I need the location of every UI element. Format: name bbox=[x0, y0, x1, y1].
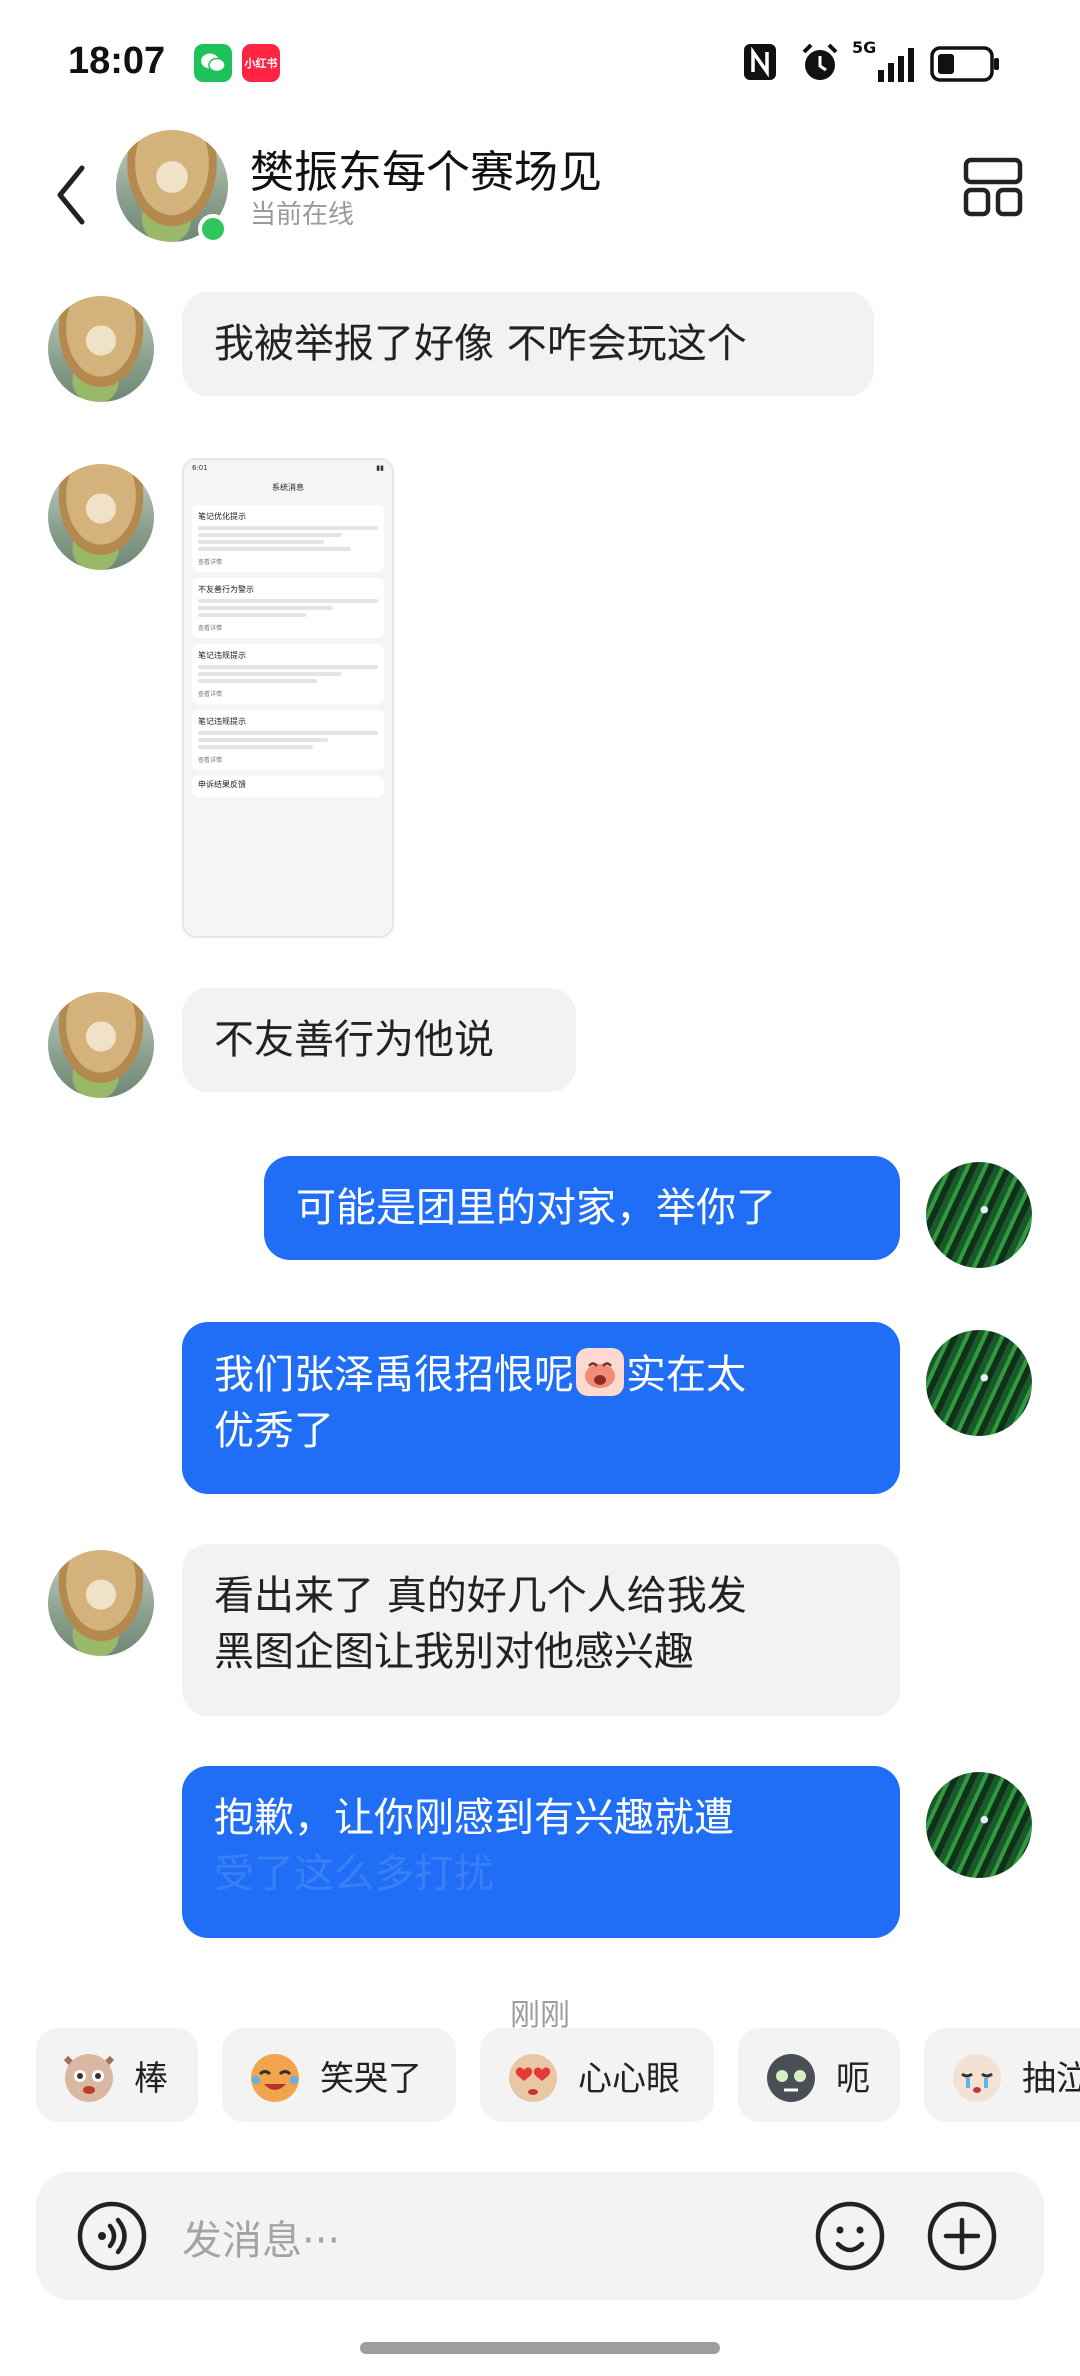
wechat-notification-icon bbox=[194, 44, 232, 82]
message-input[interactable]: 发消息··· bbox=[182, 2208, 340, 2266]
online-status-dot bbox=[198, 214, 228, 244]
thumb-card: 笔记违规提示 查看详情 bbox=[192, 644, 384, 704]
message-input-bar: 发消息··· bbox=[36, 2172, 1044, 2300]
message-text: 实在太 bbox=[626, 1352, 746, 1398]
xiaohongshu-notification-icon: 小红书 bbox=[242, 44, 280, 82]
message-bubble-incoming[interactable]: 不友善行为他说 bbox=[182, 988, 576, 1092]
voice-input-icon[interactable] bbox=[76, 2200, 148, 2272]
plus-icon[interactable] bbox=[926, 2200, 998, 2272]
contact-name[interactable]: 樊振东每个赛场见 bbox=[250, 136, 602, 200]
message-text: 抱歉，让你刚感到有兴趣就遭 bbox=[214, 1795, 734, 1841]
thumb-card: 不友善行为警示 查看详情 bbox=[192, 578, 384, 638]
message-text: 看出来了 真的好几个人给我发 bbox=[214, 1573, 747, 1619]
quick-reaction-button[interactable]: 心心眼 bbox=[480, 2028, 714, 2122]
crying-face-emoji-icon bbox=[576, 1348, 624, 1396]
message-text-faded: 受了这么多打扰 bbox=[214, 1851, 494, 1897]
cat-sob-icon bbox=[953, 2054, 1001, 2102]
quick-reaction-button[interactable]: 呃 bbox=[738, 2028, 900, 2122]
back-arrow-icon[interactable] bbox=[48, 160, 98, 230]
contact-avatar[interactable] bbox=[48, 1550, 154, 1656]
home-indicator[interactable] bbox=[360, 2342, 720, 2354]
cat-heart-eyes-icon bbox=[509, 2054, 557, 2102]
network-type: 5G bbox=[852, 38, 877, 57]
quick-reaction-button[interactable]: 笑哭了 bbox=[222, 2028, 456, 2122]
message-text: 黑图企图让我别对他感兴趣 bbox=[214, 1629, 694, 1675]
online-status-text: 当前在线 bbox=[250, 200, 355, 230]
contact-avatar[interactable] bbox=[48, 464, 154, 570]
status-bar: 18:07 小红书 5G bbox=[0, 0, 1080, 130]
message-bubble-outgoing[interactable]: 我们张泽禹很招恨呢 实在太 优秀了 bbox=[182, 1322, 900, 1494]
cat-laugh-cry-icon bbox=[251, 2054, 299, 2102]
thumb-title: 系统消息 bbox=[272, 483, 304, 492]
message-text: 我们张泽禹很招恨呢 bbox=[214, 1352, 574, 1398]
message-bubble-incoming[interactable]: 我被举报了好像 不咋会玩这个 bbox=[182, 292, 874, 396]
chat-header: 樊振东每个赛场见 当前在线 bbox=[0, 130, 1080, 260]
clock: 18:07 bbox=[68, 40, 166, 82]
cat-awkward-icon bbox=[767, 2054, 815, 2102]
reaction-label: 心心眼 bbox=[578, 2058, 680, 2099]
contact-avatar[interactable] bbox=[48, 992, 154, 1098]
alarm-icon bbox=[802, 43, 838, 80]
emoji-icon[interactable] bbox=[814, 2200, 886, 2272]
reaction-label: 抽泣 bbox=[1022, 2058, 1080, 2099]
message-bubble-outgoing[interactable]: 可能是团里的对家，举你了 bbox=[264, 1156, 900, 1260]
message-text: 可能是团里的对家，举你了 bbox=[296, 1185, 776, 1231]
message-text: 我被举报了好像 不咋会玩这个 bbox=[214, 321, 747, 367]
more-layout-icon[interactable] bbox=[962, 156, 1024, 218]
reaction-label: 呃 bbox=[836, 2058, 870, 2099]
thumb-card: 笔记优化提示 查看详情 bbox=[192, 505, 384, 572]
my-avatar[interactable] bbox=[926, 1162, 1032, 1268]
thumb-card: 笔记违规提示 查看详情 bbox=[192, 710, 384, 770]
battery-icon bbox=[930, 46, 999, 82]
message-text: 优秀了 bbox=[214, 1408, 334, 1454]
my-avatar[interactable] bbox=[926, 1772, 1032, 1878]
my-avatar[interactable] bbox=[926, 1330, 1032, 1436]
cat-sticker-icon bbox=[63, 2054, 115, 2102]
message-text: 不友善行为他说 bbox=[214, 1017, 494, 1063]
contact-avatar[interactable] bbox=[48, 296, 154, 402]
quick-reaction-button[interactable]: 棒 bbox=[36, 2028, 198, 2122]
message-bubble-incoming[interactable]: 看出来了 真的好几个人给我发 黑图企图让我别对他感兴趣 bbox=[182, 1544, 900, 1716]
quick-reaction-button[interactable]: 抽泣 bbox=[924, 2028, 1080, 2122]
message-image-screenshot[interactable]: 6:01 ▮▮ 系统消息 笔记优化提示 查看详情 不友善行为警示 查看详情 笔记违… bbox=[182, 458, 394, 938]
signal-icon bbox=[878, 48, 914, 82]
reaction-label: 棒 bbox=[134, 2058, 168, 2099]
nfc-icon bbox=[744, 44, 776, 80]
message-bubble-outgoing[interactable]: 抱歉，让你刚感到有兴趣就遭 受了这么多打扰 bbox=[182, 1766, 900, 1938]
reaction-label: 笑哭了 bbox=[320, 2058, 422, 2099]
